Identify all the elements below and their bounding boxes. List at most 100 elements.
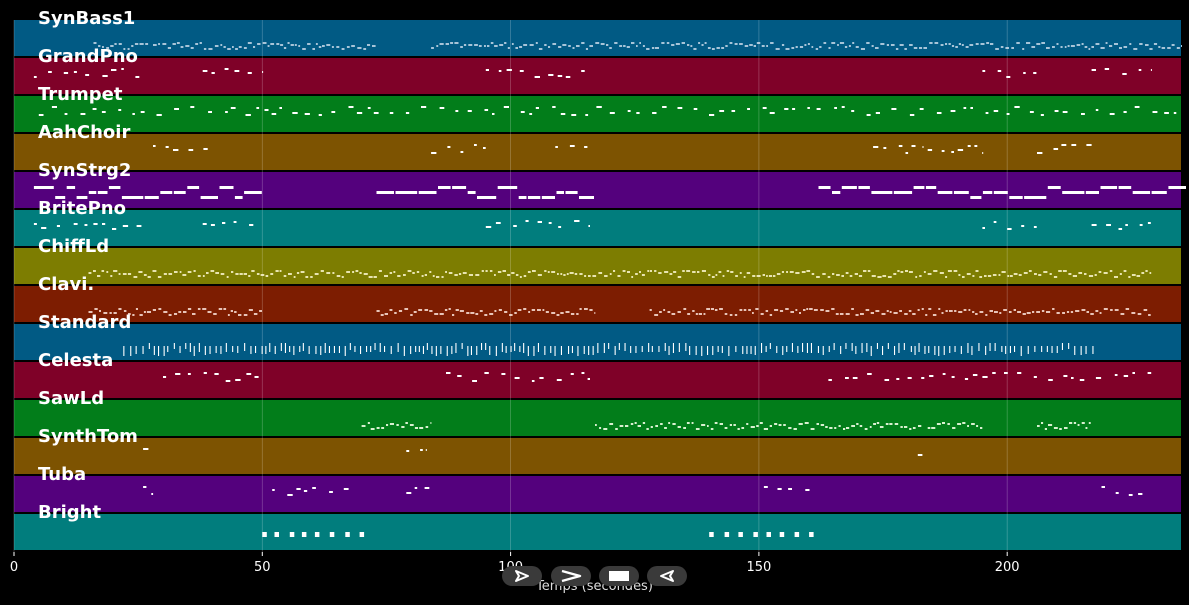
- note: [1129, 43, 1132, 45]
- note: [144, 196, 159, 199]
- note: [130, 346, 132, 356]
- note: [421, 106, 427, 108]
- note: [1064, 427, 1068, 429]
- stop-button[interactable]: [599, 566, 639, 586]
- note: [641, 274, 645, 276]
- note: [1009, 275, 1013, 277]
- note: [528, 311, 531, 313]
- note: [746, 346, 748, 354]
- note: [172, 43, 176, 45]
- note: [1016, 42, 1020, 44]
- note: [749, 44, 753, 46]
- note: [1049, 273, 1052, 275]
- note: [410, 314, 413, 316]
- note: [685, 343, 687, 351]
- note: [890, 44, 895, 46]
- note: [737, 428, 740, 430]
- note: [1119, 273, 1122, 275]
- note: [651, 346, 653, 352]
- note: [439, 43, 444, 45]
- note: [565, 76, 571, 78]
- note: [138, 271, 143, 273]
- note: [1081, 422, 1085, 424]
- note: [515, 47, 518, 49]
- note: [1139, 43, 1143, 45]
- note: [452, 314, 455, 316]
- note: [247, 72, 252, 74]
- note: [584, 275, 587, 277]
- note: [1085, 427, 1088, 429]
- note: [108, 186, 121, 189]
- note: [175, 373, 181, 375]
- note: [234, 70, 240, 72]
- note: [1022, 313, 1026, 315]
- note: [654, 47, 659, 49]
- note: [919, 108, 924, 110]
- note: [941, 150, 945, 152]
- note: [331, 46, 334, 48]
- note: [558, 226, 562, 228]
- note: [957, 149, 964, 151]
- note: [535, 42, 538, 44]
- note: [269, 343, 271, 352]
- note: [596, 106, 602, 108]
- note: [1114, 309, 1119, 311]
- note: [143, 274, 147, 276]
- note: [731, 110, 736, 112]
- note: [979, 311, 984, 313]
- play-button[interactable]: [502, 566, 542, 586]
- note: [790, 311, 794, 313]
- note: [363, 273, 368, 275]
- note: [372, 45, 376, 47]
- note: [753, 45, 756, 47]
- note: [711, 308, 714, 310]
- note: [908, 310, 912, 312]
- note: [568, 45, 571, 47]
- note: [671, 313, 676, 315]
- note: [961, 44, 964, 46]
- note: [960, 346, 962, 354]
- note: [527, 196, 541, 199]
- note: [414, 487, 418, 489]
- note: [346, 46, 350, 48]
- note: [264, 109, 269, 111]
- note: [763, 486, 768, 488]
- note: [994, 311, 998, 313]
- note: [692, 271, 696, 273]
- note: [746, 272, 751, 274]
- note: [752, 275, 756, 277]
- note: [852, 377, 858, 379]
- note: [253, 313, 258, 315]
- note: [497, 186, 518, 189]
- note: [223, 308, 227, 310]
- note: [870, 346, 872, 356]
- note: [558, 46, 562, 48]
- note: [551, 312, 556, 314]
- note: [597, 343, 599, 353]
- note: [927, 149, 933, 151]
- note: [167, 346, 169, 352]
- note: [360, 346, 362, 354]
- note: [250, 346, 252, 354]
- note: [290, 44, 294, 46]
- back-button[interactable]: [647, 566, 687, 586]
- note: [294, 44, 297, 46]
- note: [94, 308, 98, 310]
- note: [187, 373, 191, 375]
- note: [915, 276, 918, 278]
- note: [743, 276, 746, 278]
- note: [852, 42, 855, 44]
- note: [975, 313, 978, 315]
- note: [595, 42, 600, 44]
- note: [669, 273, 673, 275]
- note: [147, 276, 151, 278]
- note: [454, 274, 458, 276]
- note: [151, 493, 154, 495]
- forward-button[interactable]: [551, 566, 591, 586]
- note: [523, 275, 527, 277]
- note: [381, 427, 385, 429]
- note: [355, 270, 359, 272]
- note: [299, 346, 301, 352]
- note: [798, 423, 803, 425]
- note: [1041, 310, 1045, 312]
